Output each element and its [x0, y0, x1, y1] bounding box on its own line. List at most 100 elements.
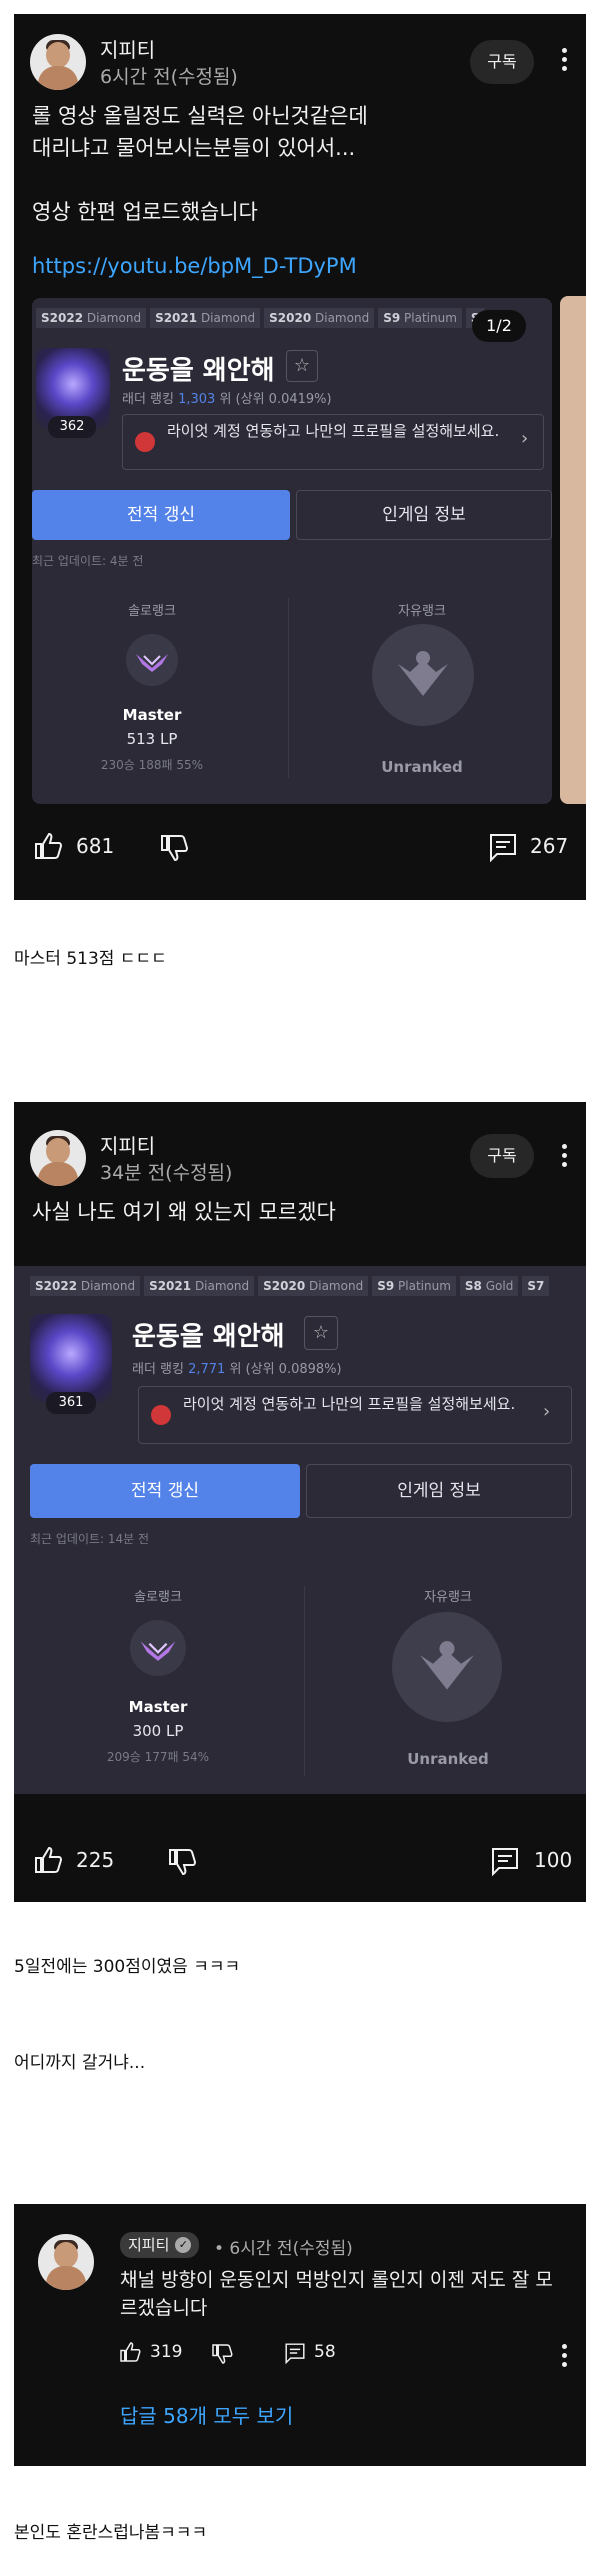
chevron-right-icon: › [521, 428, 529, 449]
comment-icon[interactable] [490, 1846, 520, 1876]
video-link[interactable]: https://youtu.be/bpM_D-TDyPM [32, 254, 357, 278]
riot-icon [135, 432, 155, 452]
image-pager: 1/2 [472, 310, 526, 342]
channel-owner-badge[interactable]: 지피티 ✓ [120, 2232, 200, 2258]
solo-win-loss: 230승 188패 55% [100, 758, 204, 772]
riot-notice: 라이엇 계정 연동하고 나만의 프로필을 설정해보세요. [183, 1395, 516, 1413]
favorite-star-icon[interactable]: ☆ [286, 350, 318, 382]
channel-avatar[interactable] [30, 1130, 86, 1186]
lol-profile-card[interactable]: S2022 Diamond S2021 Diamond S2020 Diamon… [14, 1266, 586, 1794]
caption: 본인도 혼란스럽나봄ㅋㅋㅋ [14, 2523, 208, 2543]
summoner-name: 운동을 왜안해 [122, 356, 275, 386]
season-badge: S7 [522, 1276, 550, 1296]
flex-rank-label: 자유랭크 [398, 604, 446, 619]
subscribe-button[interactable]: 구독 [470, 40, 534, 84]
flex-tier: Unranked [381, 758, 463, 776]
next-image-preview[interactable] [560, 296, 586, 804]
post-time: 6시간 전(수정됨) [100, 66, 238, 88]
post-text: 롤 영상 올릴정도 실력은 아닌것같은데 대리냐고 물어보시는분들이 있어서..… [32, 104, 368, 224]
master-emblem-icon [130, 1620, 186, 1676]
solo-lp: 513 LP [126, 730, 178, 748]
comment-time: • 6시간 전(수정됨) [214, 2239, 353, 2259]
summoner-level: 362 [48, 416, 96, 438]
last-updated: 최근 업데이트: 4분 전 [32, 554, 144, 568]
reply-icon[interactable] [284, 2342, 306, 2364]
ingame-info-button[interactable]: 인게임 정보 [306, 1464, 572, 1518]
summoner-name: 운동을 왜안해 [132, 1322, 285, 1352]
ingame-info-button[interactable]: 인게임 정보 [296, 490, 552, 540]
dislike-icon[interactable] [166, 1846, 198, 1878]
profile-icon [30, 1314, 112, 1402]
riot-link-banner[interactable]: 라이엇 계정 연동하고 나만의 프로필을 설정해보세요. › [138, 1386, 572, 1444]
solo-win-loss: 209승 177패 54% [106, 1750, 210, 1764]
like-count: 225 [76, 1848, 115, 1872]
community-post-1: 지피티 6시간 전(수정됨) 구독 롤 영상 올릴정도 실력은 아닌것같은데 대… [14, 14, 586, 900]
like-count: 681 [76, 834, 115, 858]
solo-rank-label: 솔로랭크 [134, 1590, 182, 1605]
caption: 어디까지 갈거냐... [14, 2053, 146, 2073]
flex-rank-label: 자유랭크 [424, 1590, 472, 1605]
comment-icon[interactable] [488, 832, 518, 862]
comment-thread: 지피티 ✓ • 6시간 전(수정됨) 채널 방향이 운동인지 먹방인지 롤인지 … [14, 2204, 586, 2466]
comment-count: 267 [530, 834, 569, 858]
like-icon[interactable] [32, 830, 64, 862]
season-badge: S9 Platinum [372, 1276, 456, 1296]
dislike-icon[interactable] [210, 2342, 234, 2366]
riot-link-banner[interactable]: 라이엇 계정 연동하고 나만의 프로필을 설정해보세요. › [122, 414, 544, 470]
lol-profile-card[interactable]: S2022 Diamond S2021 Diamond S2020 Diamon… [32, 298, 552, 804]
chevron-right-icon: › [543, 1401, 551, 1422]
like-icon[interactable] [32, 1844, 64, 1876]
dislike-icon[interactable] [158, 832, 190, 864]
season-badges: S2022 Diamond S2021 Diamond S2020 Diamon… [36, 308, 485, 328]
comment-author: 지피티 [128, 2236, 170, 2254]
last-updated: 최근 업데이트: 14분 전 [30, 1532, 150, 1546]
season-badge: S2020 Diamond [258, 1276, 369, 1296]
subscribe-button[interactable]: 구독 [470, 1134, 534, 1178]
solo-tier: Master [128, 1698, 188, 1716]
commenter-avatar[interactable] [38, 2234, 94, 2290]
refresh-button[interactable]: 전적 갱신 [30, 1464, 300, 1518]
verified-check-icon: ✓ [175, 2237, 192, 2253]
post-text: 사실 나도 여기 왜 있는지 모르겠다 [32, 1200, 336, 1224]
solo-tier: Master [122, 706, 182, 724]
solo-lp: 300 LP [132, 1722, 184, 1740]
more-options-icon[interactable] [562, 48, 568, 75]
like-icon[interactable] [118, 2340, 142, 2364]
refresh-button[interactable]: 전적 갱신 [32, 490, 290, 540]
channel-name[interactable]: 지피티 [100, 34, 155, 63]
favorite-star-icon[interactable]: ☆ [304, 1316, 338, 1350]
solo-rank-label: 솔로랭크 [128, 604, 176, 619]
channel-avatar[interactable] [30, 34, 86, 90]
channel-name[interactable]: 지피티 [100, 1130, 155, 1159]
comment-count: 100 [534, 1848, 573, 1872]
ladder-rank: 래더 랭킹 1,303 위 (상위 0.0419%) [122, 392, 332, 407]
season-badge: S2021 Diamond [150, 308, 261, 328]
season-badge: S9 Platinum [378, 308, 462, 328]
comment-like-count: 319 [150, 2342, 183, 2362]
more-options-icon[interactable] [562, 1144, 568, 1171]
caption: 5일전에는 300점이였음 ㅋㅋㅋ [14, 1957, 241, 1977]
season-badge: S2021 Diamond [144, 1276, 255, 1296]
summoner-level: 361 [46, 1392, 96, 1414]
comment-more-icon[interactable] [562, 2344, 568, 2371]
ladder-rank: 래더 랭킹 2,771 위 (상위 0.0898%) [132, 1362, 342, 1377]
caption: 마스터 513점 ㄷㄷㄷ [14, 949, 167, 969]
view-replies-link[interactable]: 답글 58개 모두 보기 [120, 2400, 293, 2429]
divider [304, 1586, 305, 1776]
season-badge: S2022 Diamond [36, 308, 147, 328]
comment-text: 채널 방향이 운동인지 먹방인지 롤인지 이젠 저도 잘 모르겠습니다 [120, 2269, 553, 2319]
divider [288, 598, 289, 778]
season-badge: S8 Gold [459, 1276, 519, 1296]
flex-tier: Unranked [407, 1750, 489, 1768]
season-badges: S2022 Diamond S2021 Diamond S2020 Diamon… [30, 1276, 550, 1296]
season-badge: S2020 Diamond [264, 308, 375, 328]
post-time: 34분 전(수정됨) [100, 1162, 233, 1184]
season-badge: S2022 Diamond [30, 1276, 141, 1296]
community-post-2: 지피티 34분 전(수정됨) 구독 사실 나도 여기 왜 있는지 모르겠다 S2… [14, 1102, 586, 1902]
unranked-emblem-icon [392, 1612, 502, 1722]
riot-icon [151, 1405, 171, 1425]
master-emblem-icon [126, 634, 178, 686]
riot-notice: 라이엇 계정 연동하고 나만의 프로필을 설정해보세요. [167, 422, 500, 440]
unranked-emblem-icon [372, 624, 474, 726]
reply-count: 58 [314, 2342, 336, 2362]
